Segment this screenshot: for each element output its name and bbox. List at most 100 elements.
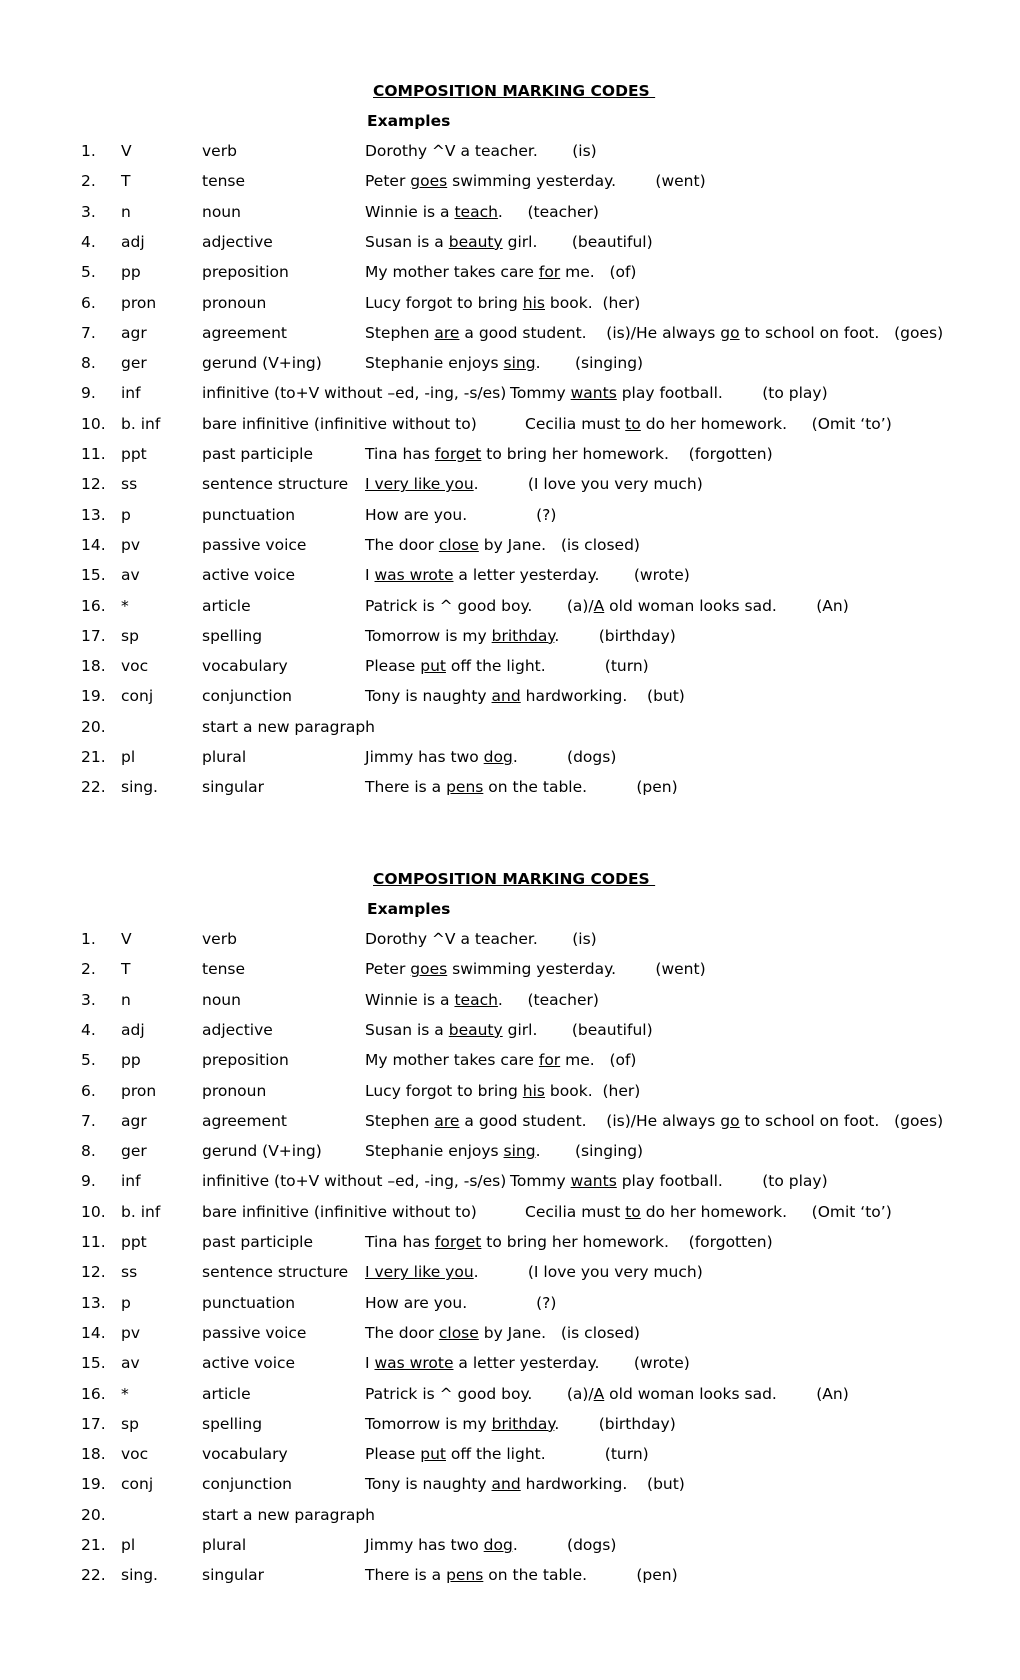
- example-text: Tomorrow is my: [365, 626, 492, 645]
- code-meaning: preposition: [202, 1051, 289, 1070]
- example-sentence: Tony is naughty and hardworking. (but): [365, 1475, 685, 1493]
- example-text: me. (of): [560, 263, 637, 282]
- error-underline: goes: [410, 960, 448, 979]
- example-sentence: Dorothy ^V a teacher. (is): [365, 930, 597, 948]
- example-text: swimming yesterday. (went): [447, 960, 706, 979]
- example-text: Peter: [365, 960, 411, 979]
- row-number: 18.: [81, 657, 106, 676]
- code-meaning: vocabulary: [202, 657, 288, 676]
- example-sentence: Stephen are a good student. (is)/He alwa…: [365, 324, 943, 342]
- marking-code: p: [121, 1293, 131, 1312]
- example-text: I: [365, 566, 375, 585]
- row-number: 9.: [81, 384, 96, 403]
- code-meaning: punctuation: [202, 505, 296, 524]
- example-text: play football. (to play): [616, 384, 828, 403]
- row-number: 6.: [81, 293, 96, 312]
- code-meaning: pronoun: [202, 1081, 267, 1100]
- code-meaning: sentence structure: [202, 475, 349, 494]
- row-number: 21.: [81, 748, 106, 766]
- example-text: Dorothy ^V a teacher. (is): [365, 930, 597, 948]
- row-number: 3.: [81, 990, 96, 1009]
- code-meaning: noun: [202, 202, 241, 221]
- error-underline: brithday: [491, 1414, 555, 1433]
- example-sentence: The door close by Jane. (is closed): [365, 536, 640, 554]
- example-text: Cecilia must: [525, 1202, 626, 1221]
- row-number: 4.: [81, 1020, 96, 1039]
- example-text: to school on foot. (goes): [739, 1111, 944, 1130]
- code-meaning: past participle: [202, 1233, 314, 1251]
- example-text: Winnie is a: [365, 990, 455, 1009]
- row-number: 13.: [81, 505, 106, 524]
- code-meaning: infinitive (to+V without –ed, -ing, -s/e…: [202, 384, 507, 403]
- marking-code: sp: [121, 626, 139, 645]
- section-title: COMPOSITION MARKING CODES: [373, 82, 656, 100]
- row-number: 12.: [81, 475, 106, 494]
- examples-heading: Examples: [367, 112, 451, 130]
- error-underline: sing: [503, 354, 536, 373]
- row-number: 16.: [81, 596, 106, 615]
- error-underline: was wrote: [374, 1354, 454, 1373]
- example-sentence: There is a pens on the table. (pen): [365, 778, 678, 796]
- example-sentence: My mother takes care for me. (of): [365, 263, 636, 281]
- example-text: Susan is a: [365, 1020, 449, 1039]
- marking-code: pv: [121, 1323, 141, 1342]
- code-meaning: spelling: [202, 626, 263, 645]
- example-text: old woman looks sad. (An): [604, 596, 849, 615]
- marking-code: p: [121, 505, 131, 524]
- error-underline: goes: [410, 172, 448, 191]
- error-underline: beauty: [448, 232, 503, 251]
- error-underline: go: [720, 1111, 740, 1130]
- error-underline: are: [434, 323, 460, 342]
- example-sentence: The door close by Jane. (is closed): [365, 1324, 640, 1342]
- row-number: 19.: [81, 687, 106, 706]
- example-text: . (singing): [535, 1142, 644, 1161]
- code-meaning: singular: [202, 1566, 265, 1585]
- example-text: on the table. (pen): [483, 1566, 678, 1585]
- row-number: 22.: [81, 778, 106, 797]
- row-number: 11.: [81, 445, 106, 463]
- marking-code: pron: [121, 1081, 157, 1100]
- error-underline: beauty: [448, 1020, 503, 1039]
- code-meaning: start a new paragraph: [202, 1505, 375, 1524]
- marking-code: sp: [121, 1414, 139, 1433]
- error-underline: go: [720, 323, 740, 342]
- row-number: 5.: [81, 263, 96, 282]
- section-title: COMPOSITION MARKING CODES: [373, 870, 656, 888]
- code-meaning: bare infinitive (infinitive without to): [202, 1202, 477, 1221]
- error-underline: to: [625, 1202, 641, 1221]
- code-meaning: passive voice: [202, 535, 307, 554]
- marking-code: inf: [121, 1172, 141, 1191]
- error-underline: for: [538, 1051, 561, 1070]
- marking-code: *: [121, 596, 129, 615]
- code-meaning: tense: [202, 960, 246, 979]
- error-underline: for: [538, 263, 561, 282]
- example-text: How are you. (?): [365, 1293, 557, 1312]
- example-sentence: Lucy forgot to bring his book. (her): [365, 1082, 640, 1100]
- row-number: 4.: [81, 232, 96, 251]
- row-number: 16.: [81, 1384, 106, 1403]
- code-meaning: vocabulary: [202, 1445, 288, 1464]
- error-underline: put: [420, 1445, 446, 1464]
- marking-code: b. inf: [121, 1202, 161, 1221]
- error-underline: forget: [434, 1233, 482, 1251]
- example-text: me. (of): [560, 1051, 637, 1070]
- code-meaning: active voice: [202, 1354, 296, 1373]
- example-sentence: I was wrote a letter yesterday. (wrote): [365, 1354, 690, 1372]
- row-number: 8.: [81, 1142, 96, 1161]
- example-sentence: Stephanie enjoys sing. (singing): [365, 1142, 643, 1160]
- marking-code: pv: [121, 535, 141, 554]
- example-text: There is a: [365, 778, 447, 797]
- example-text: Cecilia must: [525, 414, 626, 433]
- example-text: do her homework. (Omit ‘to’): [640, 414, 892, 433]
- example-text: Stephanie enjoys: [365, 1142, 504, 1161]
- row-number: 15.: [81, 566, 106, 585]
- example-text: Please: [365, 1445, 421, 1464]
- marking-code: b. inf: [121, 414, 161, 433]
- marking-code: ppt: [121, 1233, 147, 1251]
- example-sentence: There is a pens on the table. (pen): [365, 1566, 678, 1584]
- example-text: on the table. (pen): [483, 778, 678, 797]
- marking-code: conj: [121, 1475, 154, 1494]
- row-number: 6.: [81, 1081, 96, 1100]
- example-sentence: Patrick is ^ good boy. (a)/A old woman l…: [365, 1385, 849, 1403]
- example-text: Tina has: [365, 445, 435, 463]
